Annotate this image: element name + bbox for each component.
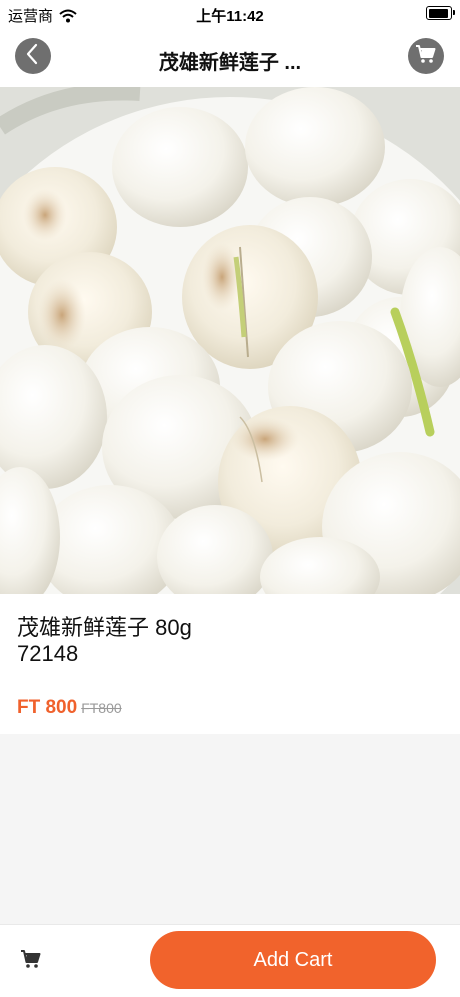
nav-bar: 茂雄新鲜莲子 ...	[0, 30, 460, 87]
add-cart-button[interactable]: Add Cart	[150, 931, 436, 989]
bottom-action-bar: Add Cart	[0, 924, 460, 997]
cart-button[interactable]	[408, 38, 444, 74]
current-price: FT 800	[17, 697, 78, 718]
price-row: FT 800 FT800	[17, 697, 122, 719]
product-name: 茂雄新鲜莲子 80g	[17, 615, 192, 640]
page-title: 茂雄新鲜莲子 ...	[158, 52, 302, 74]
status-bar: 运营商 上午11:42	[0, 0, 460, 30]
product-code: 72148	[17, 641, 79, 666]
back-button[interactable]	[15, 38, 51, 74]
original-price: FT800	[81, 700, 122, 716]
product-info-panel: 茂雄新鲜莲子 80g 72148 FT 800 FT800	[0, 594, 460, 734]
shopping-cart-icon[interactable]	[20, 949, 42, 974]
product-image	[0, 87, 460, 594]
shopping-cart-icon	[415, 44, 437, 69]
status-time: 上午11:42	[196, 8, 264, 25]
battery-icon	[426, 6, 455, 20]
chevron-left-icon	[24, 43, 42, 70]
